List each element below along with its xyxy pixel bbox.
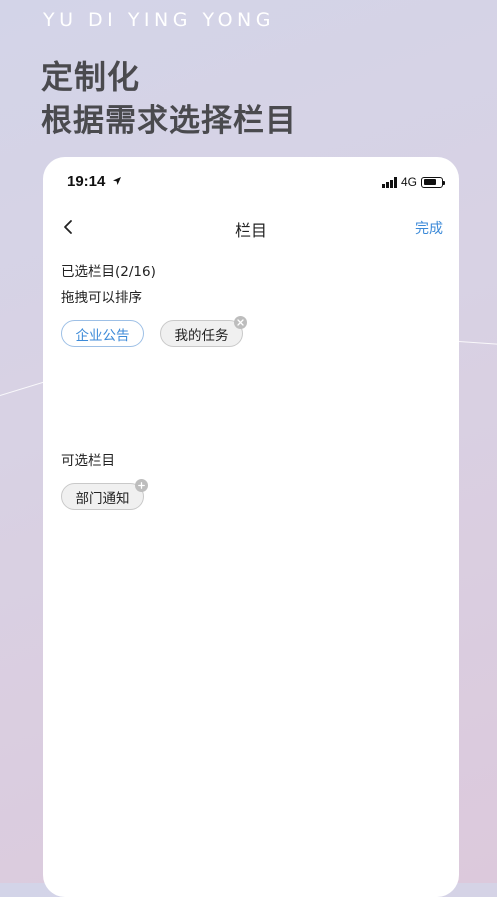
battery-icon [421, 176, 445, 188]
available-columns-title: 可选栏目 [61, 453, 115, 469]
plus-icon [138, 482, 145, 489]
tag-label: 我的任务 [174, 327, 229, 344]
network-type: 4G [400, 175, 417, 189]
tag-label: 企业公告 [75, 327, 130, 344]
headline-subtitle: 根据需求选择栏目 [41, 103, 297, 139]
done-button[interactable]: 完成 [415, 218, 443, 238]
signal-icon [381, 176, 397, 188]
nav-title: 栏目 [234, 221, 267, 240]
sort-hint: 拖拽可以排序 [61, 290, 142, 306]
status-time-text: 19:14 [67, 173, 106, 190]
selected-tag-my-tasks[interactable]: 我的任务 [160, 316, 247, 347]
available-tag-department-notice[interactable]: 部门通知 [61, 479, 148, 510]
remove-button[interactable] [234, 316, 247, 329]
tag-label: 部门通知 [75, 490, 130, 507]
status-time: 19:14 [67, 173, 122, 190]
location-arrow-icon [112, 177, 121, 185]
brand-text: YU DI YING YONG [43, 9, 275, 31]
phone-mockup: 19:14 4G 栏目 完成 已选栏目(2/16) 拖拽可以排序 企业公告 我的… [43, 157, 459, 897]
background-line-left [0, 380, 48, 396]
add-button[interactable] [135, 479, 148, 492]
status-indicators: 4G [381, 175, 445, 189]
selected-columns-title: 已选栏目(2/16) [61, 264, 156, 280]
headline-title: 定制化 [41, 58, 141, 96]
selected-tag-announcement[interactable]: 企业公告 [61, 320, 144, 347]
close-icon [237, 319, 244, 326]
background-line-right [458, 341, 497, 345]
